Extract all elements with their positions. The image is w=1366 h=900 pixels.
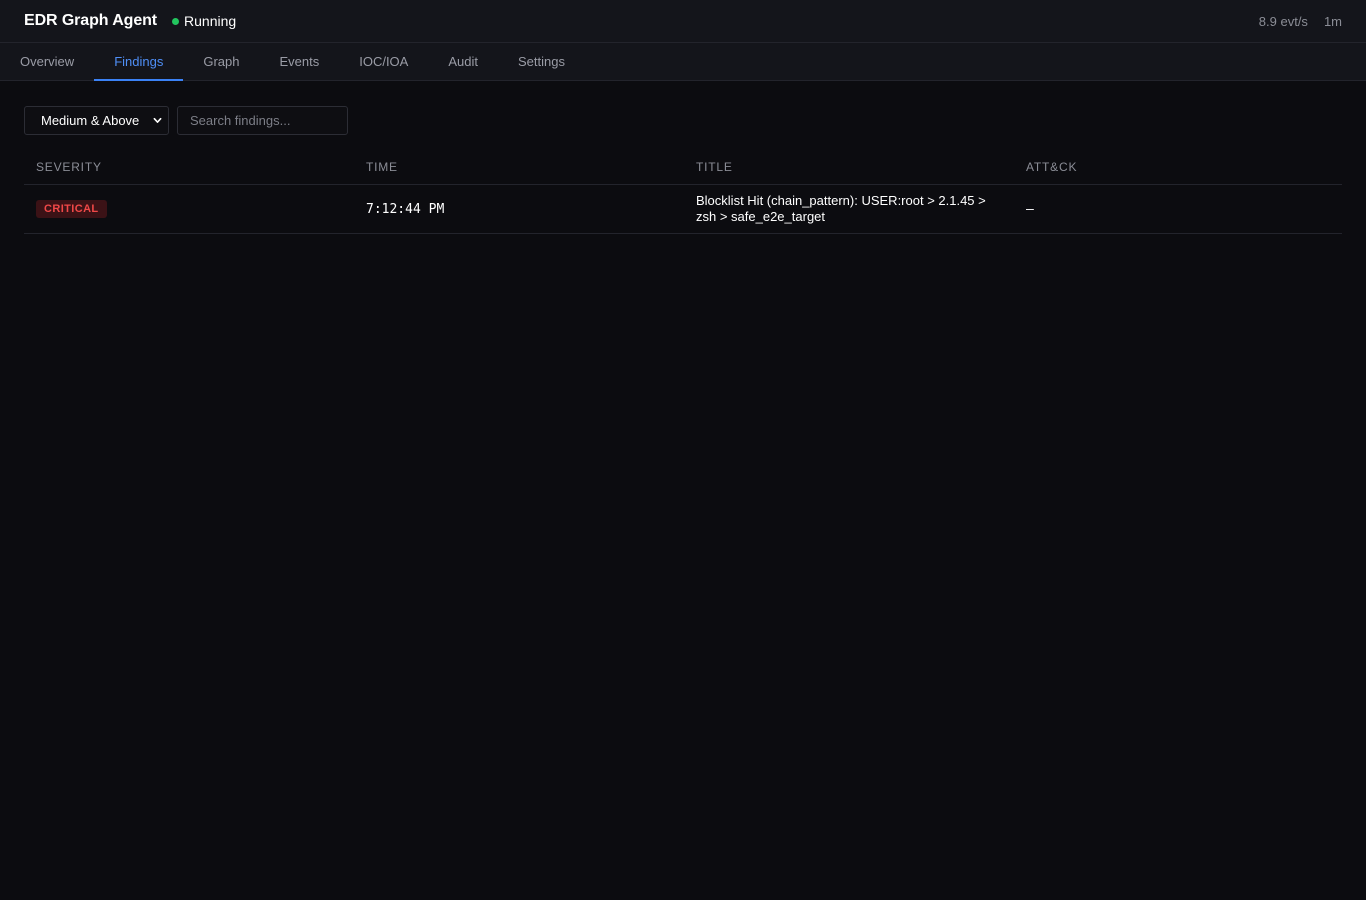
tab-bar: Overview Findings Graph Events IOC/IOA A… — [0, 43, 1366, 81]
finding-time: 7:12:44 PM — [366, 201, 445, 217]
finding-title: Blocklist Hit (chain_pattern): USER:root… — [684, 184, 1014, 234]
column-header-time[interactable]: Time — [354, 155, 684, 185]
findings-toolbar: Medium & Above — [0, 81, 1366, 135]
attck-cell: — — [1014, 184, 1342, 234]
column-header-attck[interactable]: ATT&CK — [1014, 155, 1342, 185]
finding-attck: — — [1026, 201, 1034, 217]
severity-filter-value: Medium & Above — [41, 113, 140, 128]
app-title: EDR Graph Agent — [24, 12, 158, 29]
tab-events[interactable]: Events — [259, 43, 339, 81]
header-metrics: 8.9 evt/s 1m — [1243, 0, 1342, 43]
tab-graph[interactable]: Graph — [183, 43, 259, 81]
findings-table: Severity Time Title ATT&CK CRITICAL 7:12… — [24, 155, 1342, 234]
tab-findings[interactable]: Findings — [94, 43, 184, 81]
event-rate: 8.9 evt/s — [1258, 14, 1308, 29]
severity-filter-select[interactable]: Medium & Above — [24, 106, 169, 135]
agent-status: Running — [172, 13, 236, 29]
tab-overview[interactable]: Overview — [0, 43, 94, 81]
table-header-row: Severity Time Title ATT&CK — [24, 155, 1342, 185]
status-dot-icon — [172, 18, 180, 25]
tab-settings[interactable]: Settings — [498, 43, 585, 81]
time-cell: 7:12:44 PM — [354, 184, 684, 234]
chevron-down-icon — [153, 117, 162, 123]
column-header-severity[interactable]: Severity — [24, 155, 354, 185]
search-findings-input[interactable] — [177, 106, 348, 135]
status-label: Running — [184, 13, 237, 29]
severity-cell: CRITICAL — [24, 184, 354, 234]
severity-badge: CRITICAL — [36, 199, 107, 218]
tab-ioc-ioa[interactable]: IOC/IOA — [339, 43, 428, 81]
column-header-title[interactable]: Title — [684, 155, 1014, 185]
time-window: 1m — [1323, 14, 1342, 29]
app-header: EDR Graph Agent Running 8.9 evt/s 1m — [0, 0, 1366, 43]
tab-audit[interactable]: Audit — [428, 43, 498, 81]
table-row[interactable]: CRITICAL 7:12:44 PM Blocklist Hit (chain… — [24, 184, 1342, 234]
